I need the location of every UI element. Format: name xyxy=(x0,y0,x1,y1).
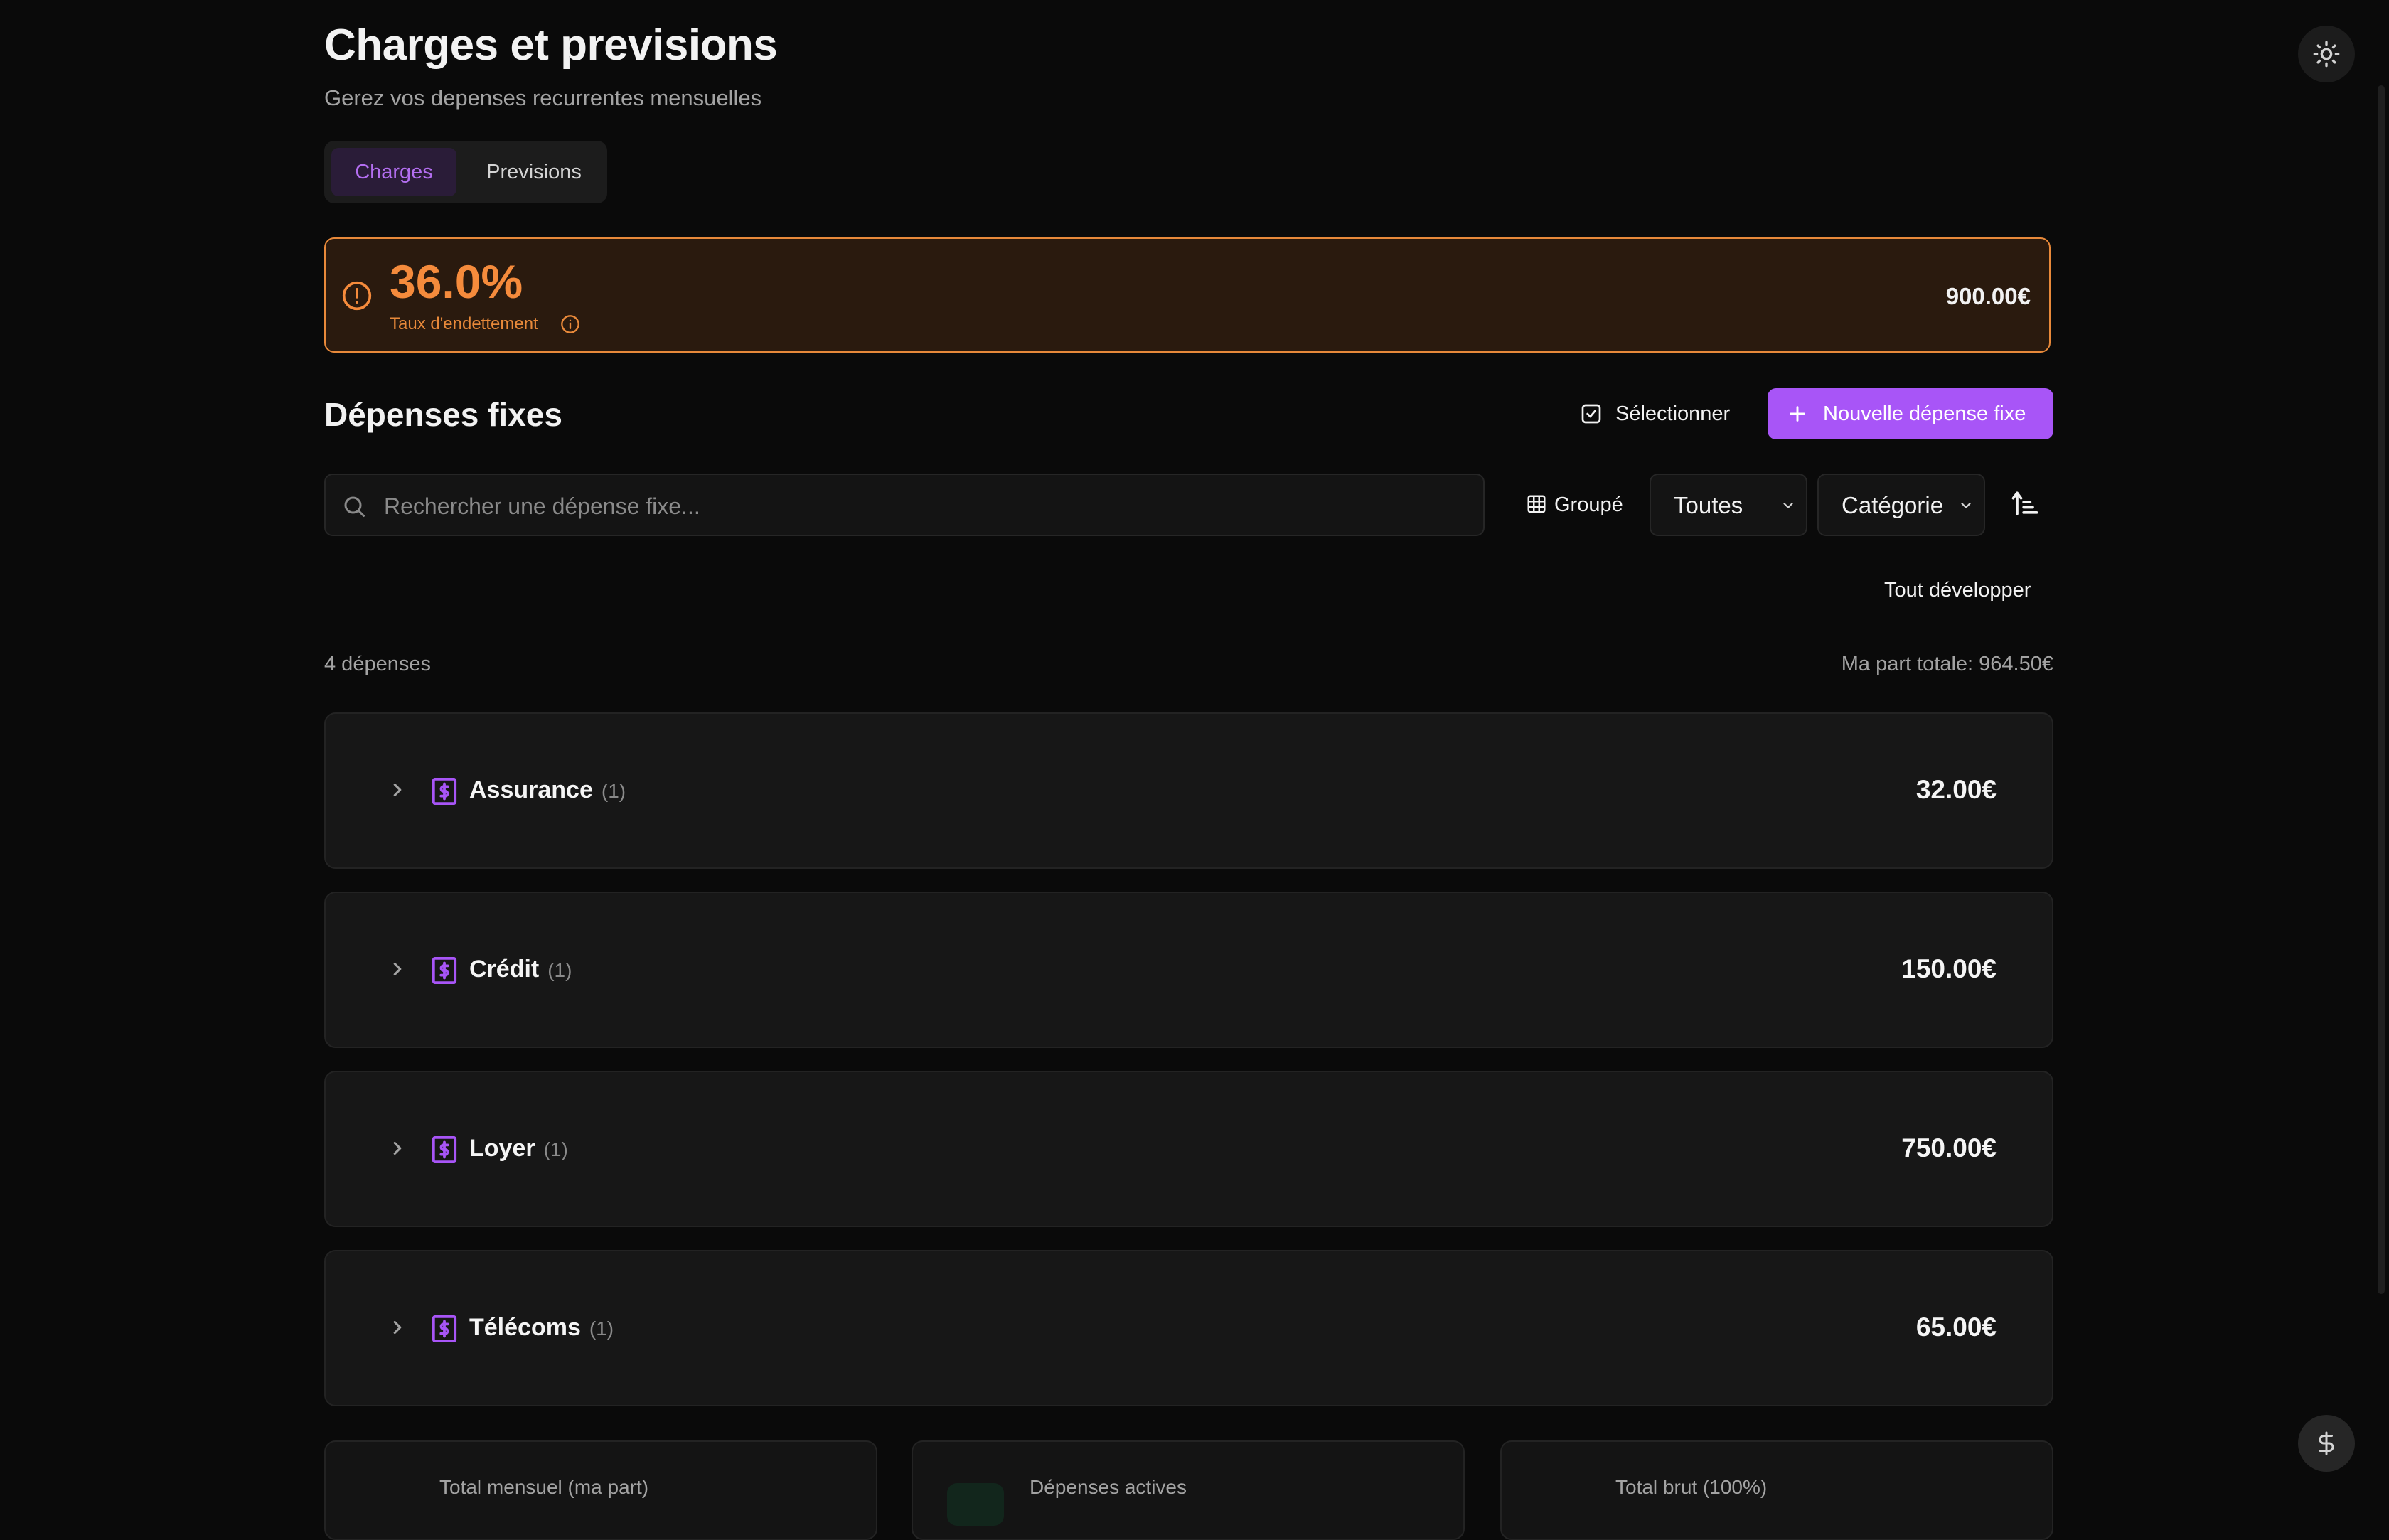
category-card-assurance[interactable]: Assurance (1) 32.00€ xyxy=(324,712,2053,869)
info-icon[interactable] xyxy=(560,314,580,334)
theme-toggle-button[interactable] xyxy=(2298,26,2355,82)
receipt-dollar-icon xyxy=(432,778,457,805)
category-amount: 150.00€ xyxy=(1901,954,1997,983)
sun-icon xyxy=(2313,41,2340,68)
plus-icon xyxy=(1790,406,1805,422)
select-button-label: Sélectionner xyxy=(1615,402,1731,425)
group-toggle-label: Groupé xyxy=(1554,493,1623,516)
category-count: (1) xyxy=(589,1317,614,1340)
new-expense-button-label: Nouvelle dépense fixe xyxy=(1823,402,2026,425)
status-select[interactable]: Toutes xyxy=(1650,474,1807,536)
category-name-text: Assurance xyxy=(469,776,593,803)
page-scrollbar[interactable] xyxy=(2378,85,2385,1294)
stat-icon-tile xyxy=(947,1483,1004,1526)
category-name: Loyer (1) xyxy=(469,1135,568,1162)
sort-field-value: Catégorie xyxy=(1842,492,1944,518)
chevron-right-icon[interactable] xyxy=(387,1317,408,1338)
stat-card-gross-total: Total brut (100%) xyxy=(1500,1440,2053,1540)
debt-amount: 900.00€ xyxy=(1945,283,2031,309)
page-title: Charges et previsions xyxy=(324,21,778,70)
currency-fab-button[interactable] xyxy=(2298,1415,2355,1472)
category-name-text: Crédit xyxy=(469,956,540,983)
debt-ratio-value: 36.0% xyxy=(390,255,523,308)
stat-label: Dépenses actives xyxy=(1030,1476,1187,1498)
chevron-right-icon[interactable] xyxy=(387,1138,408,1159)
category-count: (1) xyxy=(547,959,572,981)
status-select-value: Toutes xyxy=(1674,492,1743,518)
search-input[interactable] xyxy=(383,485,1466,528)
category-amount: 32.00€ xyxy=(1915,775,1997,804)
expand-all-button[interactable]: Tout développer xyxy=(1884,579,2031,602)
search-icon xyxy=(344,496,365,517)
stat-label: Total mensuel (ma part) xyxy=(439,1476,649,1498)
tab-charges[interactable]: Charges xyxy=(331,148,456,196)
category-amount: 65.00€ xyxy=(1915,1312,1997,1342)
debt-ratio-label: Taux d'endettement xyxy=(390,314,538,333)
category-count: (1) xyxy=(543,1138,568,1160)
checkbox-icon xyxy=(1581,404,1601,424)
category-count: (1) xyxy=(601,780,626,802)
sort-order-icon[interactable] xyxy=(2009,488,2041,519)
section-title: Dépenses fixes xyxy=(324,396,562,433)
page-subtitle: Gerez vos depenses recurrentes mensuelle… xyxy=(324,85,762,110)
stat-card-active-expenses: Dépenses actives xyxy=(912,1440,1465,1540)
category-name: Télécoms (1) xyxy=(469,1314,614,1342)
chevron-down-icon xyxy=(1783,503,1793,508)
sort-field-select[interactable]: Catégorie xyxy=(1817,474,1985,536)
category-card-loyer[interactable]: Loyer (1) 750.00€ xyxy=(324,1071,2053,1227)
dollar-icon xyxy=(2319,1431,2334,1455)
category-amount: 750.00€ xyxy=(1901,1133,1997,1162)
stat-card-monthly-total: Total mensuel (ma part) xyxy=(324,1440,877,1540)
tab-previsions[interactable]: Previsions xyxy=(466,148,602,196)
receipt-dollar-icon xyxy=(432,1136,457,1163)
new-expense-button[interactable]: Nouvelle dépense fixe xyxy=(1768,388,2053,439)
expense-count: 4 dépenses xyxy=(324,653,431,675)
category-name-text: Télécoms xyxy=(469,1314,581,1341)
search-box xyxy=(324,474,1485,536)
category-card-telecoms[interactable]: Télécoms (1) 65.00€ xyxy=(324,1250,2053,1406)
group-toggle-button[interactable]: Groupé xyxy=(1522,481,1628,529)
chevron-down-icon xyxy=(1961,503,1971,508)
receipt-dollar-icon xyxy=(432,957,457,984)
select-button[interactable]: Sélectionner xyxy=(1570,388,1745,439)
alert-circle-icon xyxy=(342,281,372,311)
tab-list: Charges Previsions xyxy=(324,141,607,203)
chevron-right-icon[interactable] xyxy=(387,779,408,801)
category-name: Assurance (1) xyxy=(469,776,626,804)
table-icon xyxy=(1527,495,1546,513)
category-card-credit[interactable]: Crédit (1) 150.00€ xyxy=(324,892,2053,1048)
receipt-dollar-icon xyxy=(432,1315,457,1342)
category-name: Crédit (1) xyxy=(469,956,572,983)
stat-label: Total brut (100%) xyxy=(1615,1476,1768,1498)
chevron-right-icon[interactable] xyxy=(387,958,408,980)
category-name-text: Loyer xyxy=(469,1135,535,1162)
debt-ratio-alert: 36.0% Taux d'endettement 900.00€ xyxy=(324,237,2051,353)
total-share: Ma part totale: 964.50€ xyxy=(1841,653,2053,675)
